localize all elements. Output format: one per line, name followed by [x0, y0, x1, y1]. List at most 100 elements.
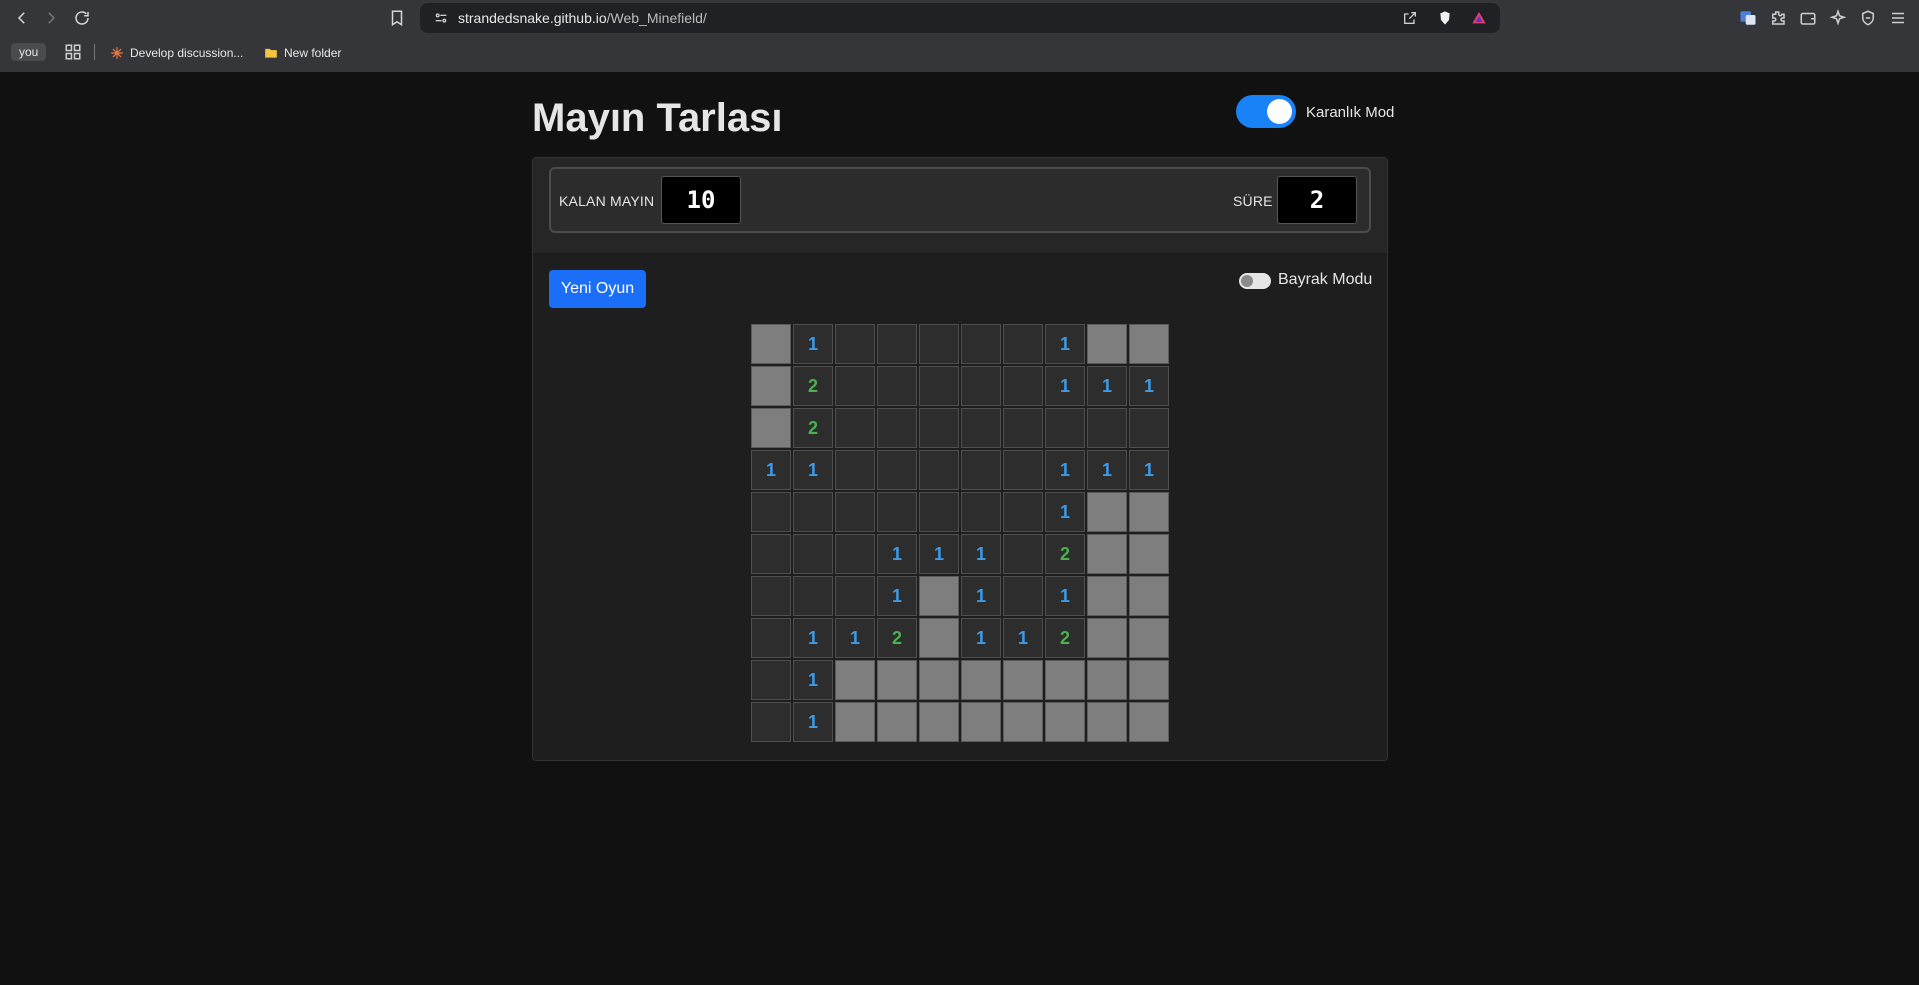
cell-empty[interactable]: [877, 366, 917, 406]
cell-empty[interactable]: [1003, 366, 1043, 406]
leo-ai-icon[interactable]: [1827, 7, 1849, 29]
cell-empty[interactable]: [751, 702, 791, 742]
url-text[interactable]: strandedsnake.github.io/Web_Minefield/: [458, 10, 707, 26]
cell-empty[interactable]: [835, 324, 875, 364]
cell-number[interactable]: 1: [1087, 366, 1127, 406]
cell-empty[interactable]: [835, 450, 875, 490]
cell-empty[interactable]: [961, 408, 1001, 448]
cell-unopened[interactable]: [751, 366, 791, 406]
cell-number[interactable]: 1: [751, 450, 791, 490]
cell-unopened[interactable]: [919, 660, 959, 700]
cell-number[interactable]: 1: [793, 618, 833, 658]
reload-button[interactable]: [70, 6, 94, 30]
cell-empty[interactable]: [877, 450, 917, 490]
cell-unopened[interactable]: [1129, 534, 1169, 574]
cell-unopened[interactable]: [835, 660, 875, 700]
forward-button[interactable]: [39, 6, 63, 30]
bookmark-new-folder[interactable]: New folder: [264, 43, 341, 63]
cell-empty[interactable]: [835, 366, 875, 406]
cell-unopened[interactable]: [1087, 618, 1127, 658]
cell-unopened[interactable]: [877, 660, 917, 700]
cell-number[interactable]: 1: [961, 576, 1001, 616]
cell-empty[interactable]: [877, 324, 917, 364]
cell-empty[interactable]: [961, 366, 1001, 406]
cell-unopened[interactable]: [1129, 324, 1169, 364]
cell-empty[interactable]: [835, 576, 875, 616]
cell-number[interactable]: 1: [877, 534, 917, 574]
cell-unopened[interactable]: [877, 702, 917, 742]
cell-unopened[interactable]: [1087, 702, 1127, 742]
cell-number[interactable]: 1: [961, 618, 1001, 658]
cell-empty[interactable]: [751, 576, 791, 616]
cell-unopened[interactable]: [919, 576, 959, 616]
bookmark-page-button[interactable]: [385, 6, 409, 30]
back-button[interactable]: [10, 6, 34, 30]
cell-number[interactable]: 2: [1045, 534, 1085, 574]
cell-number[interactable]: 2: [877, 618, 917, 658]
cell-number[interactable]: 1: [1045, 492, 1085, 532]
cell-empty[interactable]: [751, 660, 791, 700]
cell-empty[interactable]: [919, 492, 959, 532]
cell-empty[interactable]: [1003, 450, 1043, 490]
cell-number[interactable]: 1: [877, 576, 917, 616]
cell-empty[interactable]: [751, 534, 791, 574]
cell-number[interactable]: 1: [1087, 450, 1127, 490]
cell-unopened[interactable]: [919, 618, 959, 658]
cell-number[interactable]: 1: [793, 660, 833, 700]
cell-number[interactable]: 1: [793, 324, 833, 364]
cell-unopened[interactable]: [1087, 492, 1127, 532]
cell-unopened[interactable]: [751, 324, 791, 364]
cell-empty[interactable]: [835, 492, 875, 532]
cell-unopened[interactable]: [1087, 576, 1127, 616]
cell-unopened[interactable]: [1045, 660, 1085, 700]
translate-icon[interactable]: [1737, 7, 1759, 29]
cell-number[interactable]: 1: [1045, 324, 1085, 364]
cell-empty[interactable]: [919, 450, 959, 490]
cell-empty[interactable]: [1045, 408, 1085, 448]
cell-number[interactable]: 1: [1003, 618, 1043, 658]
cell-unopened[interactable]: [1129, 702, 1169, 742]
brave-shields-icon[interactable]: [1436, 9, 1454, 27]
cell-unopened[interactable]: [1087, 660, 1127, 700]
cell-number[interactable]: 1: [793, 702, 833, 742]
cell-empty[interactable]: [751, 492, 791, 532]
cell-empty[interactable]: [961, 450, 1001, 490]
cell-number[interactable]: 2: [793, 408, 833, 448]
flag-mode-toggle[interactable]: [1239, 273, 1271, 289]
cell-empty[interactable]: [961, 492, 1001, 532]
cell-unopened[interactable]: [1129, 492, 1169, 532]
cell-number[interactable]: 1: [793, 450, 833, 490]
site-settings-icon[interactable]: [432, 9, 450, 27]
address-bar[interactable]: strandedsnake.github.io/Web_Minefield/: [420, 3, 1500, 33]
wallet-icon[interactable]: [1797, 7, 1819, 29]
cell-unopened[interactable]: [961, 660, 1001, 700]
cell-unopened[interactable]: [1003, 702, 1043, 742]
cell-empty[interactable]: [751, 618, 791, 658]
profile-chip[interactable]: you: [11, 43, 47, 61]
cell-empty[interactable]: [919, 408, 959, 448]
cell-empty[interactable]: [1129, 408, 1169, 448]
cell-unopened[interactable]: [1045, 702, 1085, 742]
cell-number[interactable]: 2: [793, 366, 833, 406]
cell-empty[interactable]: [1003, 492, 1043, 532]
menu-icon[interactable]: [1887, 7, 1909, 29]
cell-unopened[interactable]: [751, 408, 791, 448]
cell-unopened[interactable]: [1129, 618, 1169, 658]
dark-mode-toggle[interactable]: [1236, 95, 1296, 128]
cell-unopened[interactable]: [1087, 534, 1127, 574]
cell-unopened[interactable]: [961, 702, 1001, 742]
cell-number[interactable]: 1: [1045, 366, 1085, 406]
cell-empty[interactable]: [1087, 408, 1127, 448]
cell-number[interactable]: 1: [835, 618, 875, 658]
cell-empty[interactable]: [1003, 576, 1043, 616]
vpn-shield-icon[interactable]: [1857, 7, 1879, 29]
cell-empty[interactable]: [1003, 408, 1043, 448]
cell-empty[interactable]: [919, 324, 959, 364]
cell-unopened[interactable]: [1003, 660, 1043, 700]
cell-empty[interactable]: [877, 492, 917, 532]
cell-number[interactable]: 1: [1129, 450, 1169, 490]
cell-number[interactable]: 1: [1045, 576, 1085, 616]
new-game-button[interactable]: Yeni Oyun: [549, 270, 646, 308]
extensions-icon[interactable]: [1767, 7, 1789, 29]
cell-empty[interactable]: [793, 576, 833, 616]
